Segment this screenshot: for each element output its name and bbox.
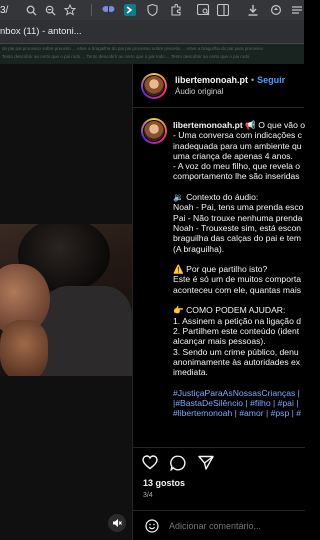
- caption-line: 3. Sendo um crime público, denu: [173, 346, 299, 357]
- caption-avatar[interactable]: [141, 118, 167, 144]
- extension-butterfly-icon[interactable]: [101, 3, 115, 17]
- star-icon[interactable]: [63, 3, 76, 17]
- audio-label[interactable]: Áudio original: [175, 87, 285, 96]
- caption-line: 📢 O que vão o: [242, 120, 305, 130]
- hashtag-line[interactable]: #libertemonoah | #amor | #psp | #: [173, 408, 301, 418]
- caption-line: - A voz do meu filho, que revela o: [173, 161, 301, 172]
- caption-line: comportamento lhe são inseridas: [173, 171, 300, 182]
- caption-line: - Uma conversa com indicações c: [173, 130, 302, 141]
- caption-line: (A braguilha).: [173, 243, 225, 254]
- avatar[interactable]: [141, 72, 167, 99]
- caption-line: uma criança de apenas 4 anos.: [173, 150, 293, 161]
- comment-icon[interactable]: [169, 454, 187, 472]
- extension-shield-icon[interactable]: [146, 3, 159, 17]
- caption-line: anonimamente às autoridades ex: [173, 356, 301, 367]
- search-icon[interactable]: [24, 3, 37, 17]
- caption-line: Este é só um de muitos comporta: [173, 274, 302, 285]
- caption-line: 1. Assinem a petição na ligação d: [173, 315, 302, 326]
- download-icon[interactable]: [246, 3, 259, 17]
- hashtag-line[interactable]: #JustiçaParaAsNossasCrianças |: [173, 388, 302, 398]
- tab-bar: nbox (11) - antoni...: [0, 20, 304, 44]
- post-header: libertemonoah.pt • Seguir Áudio original: [133, 64, 304, 108]
- heart-icon[interactable]: [141, 454, 159, 472]
- sidebar-panel-icon[interactable]: [216, 3, 230, 17]
- caption-line: 👉 COMO PODEM AJUDAR:: [173, 305, 286, 316]
- comment-input[interactable]: [169, 520, 289, 531]
- extensions-puzzle-icon[interactable]: [170, 3, 183, 17]
- caption-line: Pai - Não trouxe nenhuma prenda: [173, 212, 303, 223]
- menu-lines-icon[interactable]: [291, 3, 304, 17]
- caption-line: ⚠️ Por que partilho isto?: [173, 264, 268, 275]
- caption-line: aconteceu com ele, quantas mais: [173, 284, 302, 295]
- post-media-image[interactable]: [0, 224, 132, 376]
- extension-terminal-icon[interactable]: [123, 3, 136, 17]
- caption-line: Noah - Pai, tens uma prenda esco: [173, 202, 304, 213]
- post-username[interactable]: libertemonoah.pt: [175, 75, 248, 85]
- caption-username[interactable]: libertemonoah.pt: [173, 120, 243, 130]
- comment-box: [133, 510, 305, 540]
- caption-line: 🔉 Contexto do áudio:: [173, 192, 259, 203]
- media-counter: 3/4: [143, 492, 153, 499]
- active-tab-title[interactable]: nbox (11) - antoni...: [0, 26, 82, 37]
- sync-icon[interactable]: [269, 3, 282, 17]
- caption-line: alcançar mais pessoas).: [173, 336, 266, 347]
- caption-line: imediata.: [173, 367, 208, 378]
- separator-dot: •: [251, 75, 255, 85]
- follow-button[interactable]: Seguir: [257, 75, 285, 85]
- caption-line: inadequada para um ambiente qu: [173, 140, 302, 151]
- background-text-line: do pai pai processo sobre preceito ... A…: [2, 46, 264, 51]
- caption-text: libertemonoah.pt 📢 O que vão o - Uma con…: [173, 120, 305, 419]
- toolbar-divider: [90, 4, 92, 16]
- browser-toolbar: 3/: [0, 0, 304, 20]
- mute-icon[interactable]: [108, 514, 126, 532]
- caption-area: libertemonoah.pt 📢 O que vão o - Uma con…: [133, 114, 305, 458]
- caption-line: Noah - Trouxeste sim, está escon: [173, 222, 302, 233]
- media-figure-body: [40, 286, 132, 376]
- emoji-icon[interactable]: [143, 517, 161, 535]
- likes-count[interactable]: 13 gostos: [143, 478, 185, 488]
- tab-search-icon[interactable]: [197, 3, 210, 17]
- caption-line: braguilha das calças do pai e tem: [173, 233, 302, 244]
- hashtag-line[interactable]: |#BastaDeSilêncio | #filho | #pai |: [173, 398, 301, 408]
- background-text-line: Tento descobrir ao certo que o pai rodo …: [2, 54, 250, 59]
- share-icon[interactable]: [197, 454, 215, 472]
- caption-line: 2. Partilhem este conteúdo (ident: [173, 325, 300, 336]
- url-fragment[interactable]: 3/: [0, 5, 8, 16]
- post-panel: libertemonoah.pt • Seguir Áudio original…: [132, 64, 305, 540]
- media-figure-knee: [0, 320, 48, 376]
- background-page-text: do pai pai processo sobre preceito ... A…: [0, 44, 304, 64]
- post-actions: [133, 447, 305, 477]
- zoom-icon[interactable]: [44, 3, 57, 17]
